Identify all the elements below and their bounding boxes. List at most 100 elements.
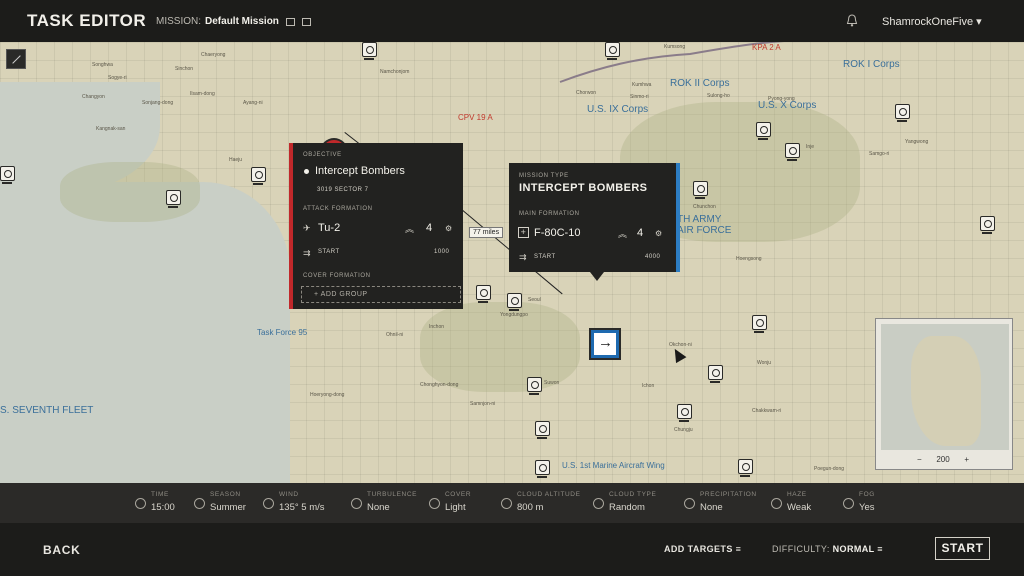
town-label: Inje: [806, 144, 815, 150]
town-label: Chaeryong: [201, 52, 226, 58]
airfield-marker[interactable]: [980, 216, 995, 234]
weather-bar: TIME 15:00 SEASON Summer WIND 135° 5 m/s TU…: [0, 483, 1024, 523]
fog-icon: [843, 498, 854, 509]
toggle-map-layer-button[interactable]: [6, 49, 26, 69]
cloud-type-icon: [593, 498, 604, 509]
settings-gear-icon[interactable]: ⚙: [445, 224, 453, 233]
main-aircraft[interactable]: F-80C-10: [534, 227, 580, 239]
town-label: Samnjon-ni: [470, 401, 496, 407]
minimap[interactable]: [875, 318, 1013, 470]
map-label-enemy: CPV 19 A: [458, 113, 493, 122]
wind-icon: [263, 498, 274, 509]
haze-icon: [771, 498, 782, 509]
town-label: Sulong-ho: [707, 93, 730, 99]
airfield-marker[interactable]: [535, 460, 550, 478]
town-label: Kangnak-san: [96, 126, 126, 132]
town-label: Yangwong: [905, 139, 929, 145]
clock-icon: [135, 498, 146, 509]
top-bar: TASK EDITOR MISSION: Default Mission Sha…: [0, 0, 1024, 42]
objective-location: 3019 SECTOR 7: [317, 187, 369, 193]
sun-icon: [194, 498, 205, 509]
skill-chevron-icon: ︽: [405, 224, 415, 234]
attack-start-altitude[interactable]: 1000: [434, 249, 449, 255]
attack-count[interactable]: 4: [426, 222, 432, 234]
turbulence-icon: [351, 498, 362, 509]
minimap-zoom-control: − 200 +: [913, 453, 973, 466]
town-label: Hoengsong: [736, 256, 762, 262]
airfield-marker[interactable]: [166, 190, 181, 208]
main-start-label: START: [534, 254, 556, 260]
town-label: Kumhwa: [632, 82, 652, 88]
airfield-marker[interactable]: [527, 377, 542, 395]
map-label-enemy: KPA 2 A: [752, 43, 781, 52]
town-label: Chonghyon-dong: [420, 382, 459, 388]
town-label: Changyon: [82, 94, 105, 100]
objective-panel[interactable]: OBJECTIVE Intercept Bombers 3019 SECTOR …: [289, 143, 463, 309]
mission-info: MISSION: Default Mission: [156, 16, 311, 27]
airfield-marker[interactable]: [708, 365, 723, 383]
cover-formation-label: COVER FORMATION: [303, 273, 371, 279]
back-button[interactable]: BACK: [43, 543, 80, 557]
difficulty-selector[interactable]: DIFFICULTY: NORMAL ≡: [772, 544, 883, 554]
map-label: ROK I Corps: [843, 59, 900, 70]
cloud-altitude-icon: [501, 498, 512, 509]
difficulty-label: DIFFICULTY:: [772, 544, 830, 554]
add-targets-button[interactable]: ADD TARGETS ≡: [664, 544, 741, 554]
mission-name[interactable]: Default Mission: [205, 16, 279, 27]
airfield-marker[interactable]: [738, 459, 753, 477]
map-label: U.S. IX Corps: [587, 104, 649, 115]
save-icon[interactable]: [301, 17, 311, 26]
airfield-marker[interactable]: [605, 42, 620, 60]
player-flight-marker[interactable]: [591, 330, 619, 358]
airfield-marker[interactable]: [476, 285, 491, 303]
town-label: Namchonjom: [380, 69, 410, 75]
zoom-in-button[interactable]: +: [964, 455, 969, 464]
airfield-marker[interactable]: [677, 404, 692, 422]
main-count[interactable]: 4: [637, 227, 643, 239]
town-label: Seoul: [528, 297, 541, 303]
town-label: Kumsong: [664, 44, 686, 50]
town-label: Hoeryong-dong: [310, 392, 345, 398]
town-label: Haeju: [229, 157, 243, 163]
airfield-marker[interactable]: [535, 421, 550, 439]
airfield-marker[interactable]: [756, 122, 771, 140]
panel-pointer: [590, 272, 604, 281]
airfield-marker[interactable]: [895, 104, 910, 122]
mission-type-label: MISSION TYPE: [519, 173, 569, 179]
settings-gear-icon[interactable]: ⚙: [655, 229, 663, 238]
mission-panel[interactable]: MISSION TYPE INTERCEPT BOMBERS MAIN FORM…: [509, 163, 680, 272]
map-label: Task Force 95: [257, 328, 308, 337]
airfield-marker[interactable]: [251, 167, 266, 185]
airfield-marker[interactable]: [752, 315, 767, 333]
objective-name[interactable]: Intercept Bombers: [315, 165, 405, 177]
add-group-button[interactable]: + ADD GROUP: [301, 286, 461, 303]
folder-icon[interactable]: [285, 17, 295, 26]
rain-icon: [684, 498, 695, 509]
map-label: TH ARMY: [677, 214, 722, 225]
town-label: Suwon: [544, 380, 560, 386]
bomber-icon: ✈: [303, 223, 312, 233]
town-label: Yongdungpo: [500, 312, 528, 318]
mission-type-value[interactable]: INTERCEPT BOMBERS: [519, 182, 647, 194]
town-label: Wonju: [757, 360, 772, 366]
airfield-marker[interactable]: [0, 166, 15, 184]
zoom-out-button[interactable]: −: [917, 455, 922, 464]
difficulty-value[interactable]: NORMAL ≡: [833, 544, 883, 554]
airfield-marker[interactable]: [362, 42, 377, 60]
main-start-altitude[interactable]: 4000: [645, 254, 660, 260]
town-label: Chungju: [674, 427, 693, 433]
town-label: Chakkwam-ri: [752, 408, 782, 414]
town-label: Poegun-dong: [814, 466, 845, 472]
airfield-marker[interactable]: [507, 293, 522, 311]
airfield-marker[interactable]: [785, 143, 800, 161]
map-label: S. SEVENTH FLEET: [0, 405, 94, 416]
town-label: Ayang-ni: [243, 100, 263, 106]
airfield-marker[interactable]: [693, 181, 708, 199]
town-label: Samgo-ri: [869, 151, 890, 157]
town-label: Ilsam-dong: [190, 91, 215, 97]
start-button[interactable]: START: [935, 537, 990, 560]
bell-icon[interactable]: [846, 14, 858, 27]
attack-aircraft[interactable]: Tu-2: [318, 222, 340, 234]
user-menu[interactable]: ShamrockOneFive ▾: [882, 15, 982, 28]
minimap-view[interactable]: [881, 324, 1009, 450]
